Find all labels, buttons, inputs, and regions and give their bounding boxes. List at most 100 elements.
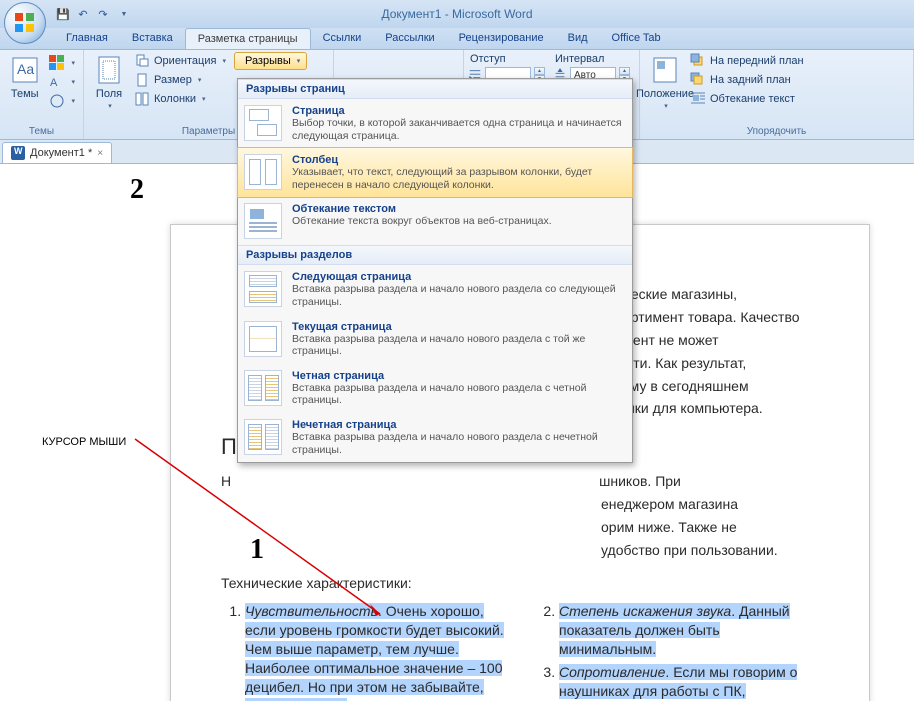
bring-front-icon [690,53,706,69]
annotation-cursor-label: КУРСОР МЫШИ [42,436,126,448]
next-page-section-icon [244,271,282,307]
size-icon [134,72,150,88]
text-wrap-icon [690,91,706,107]
margins-label: Поля [96,88,122,100]
menu-item-desc: Вставка разрыва раздела и начало нового … [292,283,626,308]
menu-item-column-break[interactable]: СтолбецУказывает, что текст, следующий з… [238,148,632,197]
breaks-label: Разрывы [245,55,291,67]
size-button[interactable]: Размер▾ [130,71,230,89]
list-item: Чувствительность. Очень хорошо, если уро… [245,602,505,701]
text-wrapping-break-icon [244,203,282,239]
menu-item-odd-page-section[interactable]: Нечетная страницаВставка разрыва раздела… [238,413,632,462]
annotation-number-2: 2 [130,174,144,206]
group-arrange: Положение▾ На передний план На задний пл… [640,50,914,139]
dropdown-section-section-breaks: Разрывы разделов [238,245,632,265]
bring-to-front-button[interactable]: На передний план [686,52,808,70]
continuous-section-icon [244,321,282,357]
position-icon [649,54,681,86]
size-label: Размер [154,74,192,86]
odd-page-section-icon [244,419,282,455]
menu-item-desc: Указывает, что текст, следующий за разры… [292,166,626,191]
tab-home[interactable]: Главная [54,28,120,49]
menu-item-next-page-section[interactable]: Следующая страницаВставка разрыва раздел… [238,265,632,314]
tab-view[interactable]: Вид [556,28,600,49]
body-text: шников. При [599,472,681,491]
text-wrapping-button[interactable]: Обтекание текст [686,90,808,108]
theme-fonts-icon: A [49,74,65,90]
themes-icon: Aa [9,54,41,86]
tab-review[interactable]: Рецензирование [447,28,556,49]
titlebar: 💾 ↶ ↷ ▼ Документ1 - Microsoft Word [0,0,914,28]
tab-page-layout[interactable]: Разметка страницы [185,28,311,49]
spacing-section-label: Интервал [553,52,630,66]
menu-item-desc: Вставка разрыва раздела и начало нового … [292,382,626,407]
menu-item-title: Обтекание текстом [292,203,552,215]
menu-item-title: Нечетная страница [292,419,626,431]
orientation-icon [134,53,150,69]
columns-label: Колонки [154,93,196,105]
bring-front-label: На передний план [710,55,804,67]
position-button[interactable]: Положение▾ [644,52,686,125]
svg-text:A: A [50,77,58,89]
ribbon-tabs: Главная Вставка Разметка страницы Ссылки… [0,28,914,50]
redo-icon[interactable]: ↷ [94,5,112,23]
page-break-icon [244,105,282,141]
margins-button[interactable]: Поля▾ [88,52,130,125]
group-themes-label: Темы [4,125,79,139]
undo-icon[interactable]: ↶ [74,5,92,23]
menu-item-title: Столбец [292,154,626,166]
body-text: удобство при пользовании. [601,541,778,560]
margins-icon [93,54,125,86]
columns-icon [134,91,150,107]
group-arrange-label: Упорядочить [644,125,909,139]
svg-text:Aa: Aa [17,61,34,77]
menu-item-text-wrapping-break[interactable]: Обтекание текстомОбтекание текста вокруг… [238,197,632,245]
theme-effects-button[interactable]: ▾ [45,92,79,110]
document-tab-label: Документ1 * [30,147,92,159]
send-back-label: На задний план [710,74,791,86]
send-back-icon [690,72,706,88]
columns-button[interactable]: Колонки▾ [130,90,230,108]
menu-item-continuous-section[interactable]: Текущая страницаВставка разрыва раздела … [238,315,632,364]
tab-office-tab[interactable]: Office Tab [600,28,673,49]
office-logo-icon [13,11,37,35]
menu-item-title: Текущая страница [292,321,626,333]
menu-item-title: Следующая страница [292,271,626,283]
menu-item-desc: Обтекание текста вокруг объектов на веб-… [292,215,552,228]
tab-insert[interactable]: Вставка [120,28,185,49]
send-to-back-button[interactable]: На задний план [686,71,808,89]
themes-button[interactable]: Aa Темы [4,52,45,125]
group-themes: Aa Темы ▾ A▾ ▾ Темы [0,50,84,139]
even-page-section-icon [244,370,282,406]
theme-colors-button[interactable]: ▾ [45,54,79,72]
office-button[interactable] [4,2,46,44]
menu-item-title: Страница [292,105,626,117]
body-text: орим ниже. Также не [601,518,737,537]
qat-customize-icon[interactable]: ▼ [114,5,132,23]
menu-item-page-break[interactable]: СтраницаВыбор точки, в которой заканчива… [238,99,632,148]
body-text: Н [221,473,231,489]
document-tab[interactable]: Документ1 * × [2,142,112,163]
tab-mailings[interactable]: Рассылки [373,28,446,49]
list-item: Степень искажения звука. Данный показате… [559,602,819,659]
save-icon[interactable]: 💾 [54,5,72,23]
theme-colors-icon [49,55,65,71]
indent-section-label: Отступ [468,52,545,66]
theme-fonts-button[interactable]: A▾ [45,73,79,91]
menu-item-title: Четная страница [292,370,626,382]
menu-item-even-page-section[interactable]: Четная страницаВставка разрыва раздела и… [238,364,632,413]
theme-effects-icon [49,93,65,109]
dropdown-section-page-breaks: Разрывы страниц [238,79,632,99]
tab-references[interactable]: Ссылки [311,28,374,49]
themes-label: Темы [11,88,39,100]
column-break-icon [244,154,282,190]
menu-item-desc: Выбор точки, в которой заканчивается одн… [292,117,626,142]
body-text: енеджером магазина [601,495,738,514]
text-wrap-label: Обтекание текст [710,93,795,105]
breaks-button[interactable]: Разрывы▾ [234,52,307,70]
breaks-dropdown-menu: Разрывы страниц СтраницаВыбор точки, в к… [237,78,633,463]
menu-item-desc: Вставка разрыва раздела и начало нового … [292,431,626,456]
orientation-button[interactable]: Ориентация▾ [130,52,230,70]
orientation-label: Ориентация [154,55,216,67]
close-icon[interactable]: × [97,148,103,159]
